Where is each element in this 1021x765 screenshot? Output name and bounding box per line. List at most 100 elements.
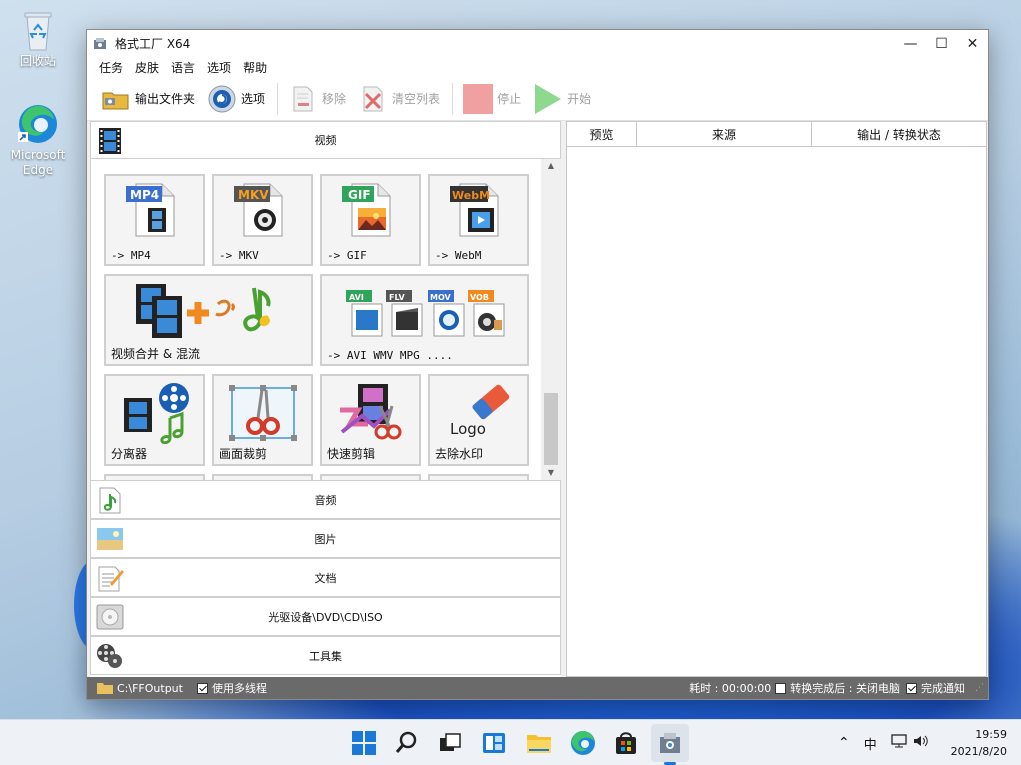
crop-scissors-icon [228, 384, 298, 445]
tile-badge: GIF [348, 188, 371, 202]
webm-file-icon: WebM [450, 180, 506, 241]
logo-text: Logo [450, 420, 486, 438]
clock-time: 19:59 [975, 728, 1007, 741]
splitter-icon [122, 380, 192, 447]
minimize-button[interactable]: — [895, 30, 926, 57]
edge-icon[interactable] [569, 729, 597, 757]
desktop-icon-label: Microsoft Edge [10, 148, 66, 177]
task-view-icon[interactable] [436, 729, 464, 757]
clear-list-button[interactable]: 清空列表 [358, 84, 440, 114]
menu-skin[interactable]: 皮肤 [135, 59, 159, 76]
merge-mux-icon [134, 282, 290, 345]
store-icon[interactable] [612, 729, 640, 757]
vob-badge: VOB [468, 290, 505, 337]
tile-to-gif[interactable]: GIF -> GIF [320, 174, 421, 266]
output-path[interactable]: C:\FFOutput [97, 682, 183, 695]
menu-language[interactable]: 语言 [171, 59, 195, 76]
column-output-status[interactable]: 输出 / 转换状态 [812, 122, 986, 146]
column-source[interactable]: 来源 [637, 122, 812, 146]
desktop-icon-label: 回收站 [19, 54, 56, 68]
output-folder-button[interactable]: 输出文件夹 [101, 84, 195, 114]
picture-icon [96, 525, 124, 553]
elapsed-time: 耗时 : 00:00:00 [689, 682, 772, 695]
folder-icon [101, 84, 131, 114]
tile-to-webm[interactable]: WebM -> WebM [428, 174, 529, 266]
maximize-button[interactable]: ☐ [926, 30, 957, 57]
tile-to-avi-wmv-mpg[interactable]: AVI FLV MOV VOB -> AVI WMV MPG .... [320, 274, 529, 366]
ime-indicator[interactable]: 中 [864, 734, 877, 753]
toolbox-icon [96, 642, 124, 670]
mov-badge: MOV [428, 290, 465, 337]
task-list-header: 预览 来源 输出 / 转换状态 [567, 122, 986, 147]
format-factory-taskbar-icon[interactable] [656, 729, 684, 757]
tile-to-mp4[interactable]: MP4 -> MP4 [104, 174, 205, 266]
multi-format-icon: AVI FLV MOV VOB [344, 290, 510, 343]
tile-to-mkv[interactable]: MKV -> MKV [212, 174, 313, 266]
task-list[interactable]: 预览 来源 输出 / 转换状态 [566, 121, 987, 677]
gear-icon [207, 84, 237, 114]
widgets-icon[interactable] [480, 729, 508, 757]
gif-file-icon: GIF [342, 180, 398, 241]
svg-text:AVI: AVI [349, 293, 364, 302]
avi-badge: AVI [346, 290, 383, 337]
taskbar: ⌃ 中 19:59 2021/8/20 [0, 719, 1021, 765]
notify-checkbox[interactable] [906, 682, 917, 694]
category-document[interactable]: 文档 [90, 558, 561, 597]
document-icon [96, 564, 124, 592]
scroll-down-arrow[interactable]: ▼ [541, 466, 561, 480]
tile-badge: MP4 [130, 188, 159, 202]
close-button[interactable]: ✕ [957, 30, 988, 57]
category-picture[interactable]: 图片 [90, 519, 561, 558]
network-icon[interactable] [891, 734, 907, 752]
scroll-up-arrow[interactable]: ▲ [541, 159, 561, 173]
search-icon[interactable] [393, 729, 421, 757]
start-button[interactable]: 开始 [533, 83, 591, 114]
chevron-up-icon[interactable]: ⌃ [838, 735, 850, 751]
optical-drive-icon [96, 603, 124, 631]
tile-splitter[interactable]: 分离器 [104, 374, 205, 466]
clock[interactable]: 19:59 2021/8/20 [951, 726, 1007, 760]
quick-clip-icon [338, 380, 404, 445]
video-tools-grid: MP4 -> MP4 MKV -> MKV GIF -> GIF WebM ->… [90, 159, 561, 480]
tile-crop[interactable]: 画面裁剪 [212, 374, 313, 466]
column-preview[interactable]: 预览 [567, 122, 637, 146]
desktop-icon-recycle-bin[interactable]: 回收站 [6, 8, 70, 69]
video-grid-scrollbar[interactable]: ▲ ▼ [541, 159, 561, 480]
edge-icon [18, 102, 58, 146]
remove-button[interactable]: 移除 [288, 84, 346, 114]
tile-quick-clip[interactable]: 快速剪辑 [320, 374, 421, 466]
category-rom-device[interactable]: 光驱设备\DVD\CD\ISO [90, 597, 561, 636]
desktop-icon-edge[interactable]: Microsoft Edge [6, 102, 70, 178]
tile-badge: WebM [452, 189, 490, 202]
menu-options[interactable]: 选项 [207, 59, 231, 76]
mkv-file-icon: MKV [234, 180, 290, 241]
volume-icon[interactable] [913, 734, 929, 752]
toolbar-separator [277, 82, 279, 115]
after-convert-label: 转换完成后 : 关闭电脑 [790, 682, 900, 695]
category-audio[interactable]: 音频 [90, 480, 561, 519]
svg-text:VOB: VOB [470, 293, 489, 302]
resize-grip-icon[interactable]: ⋰ [975, 683, 984, 693]
start-windows-icon[interactable] [350, 729, 378, 757]
file-explorer-icon[interactable] [525, 729, 553, 757]
category-tools[interactable]: 工具集 [90, 636, 561, 675]
options-button[interactable]: 选项 [207, 84, 265, 114]
tile-remove-watermark[interactable]: Logo 去除水印 [428, 374, 529, 466]
scroll-thumb[interactable] [544, 393, 558, 465]
menu-task[interactable]: 任务 [99, 59, 123, 76]
menu-help[interactable]: 帮助 [243, 59, 267, 76]
checkbox[interactable] [196, 682, 208, 694]
shutdown-checkbox[interactable] [775, 682, 787, 694]
category-video[interactable]: 视频 [90, 121, 561, 159]
stop-button[interactable]: 停止 [463, 83, 521, 114]
status-bar: C:\FFOutput 使用多线程 耗时 : 00:00:00 转换完成后 : … [87, 677, 988, 699]
tile-video-merge[interactable]: 视频合并 & 混流 [104, 274, 313, 366]
title-bar[interactable]: 格式工厂 X64 — ☐ ✕ [87, 30, 988, 57]
multithread-checkbox[interactable]: 使用多线程 [196, 680, 267, 696]
window-title: 格式工厂 X64 [115, 37, 191, 51]
clear-list-icon [358, 84, 388, 114]
play-icon [533, 83, 563, 114]
notify-label: 完成通知 [921, 682, 965, 695]
recycle-bin-icon [18, 8, 58, 52]
svg-text:FLV: FLV [389, 293, 405, 302]
